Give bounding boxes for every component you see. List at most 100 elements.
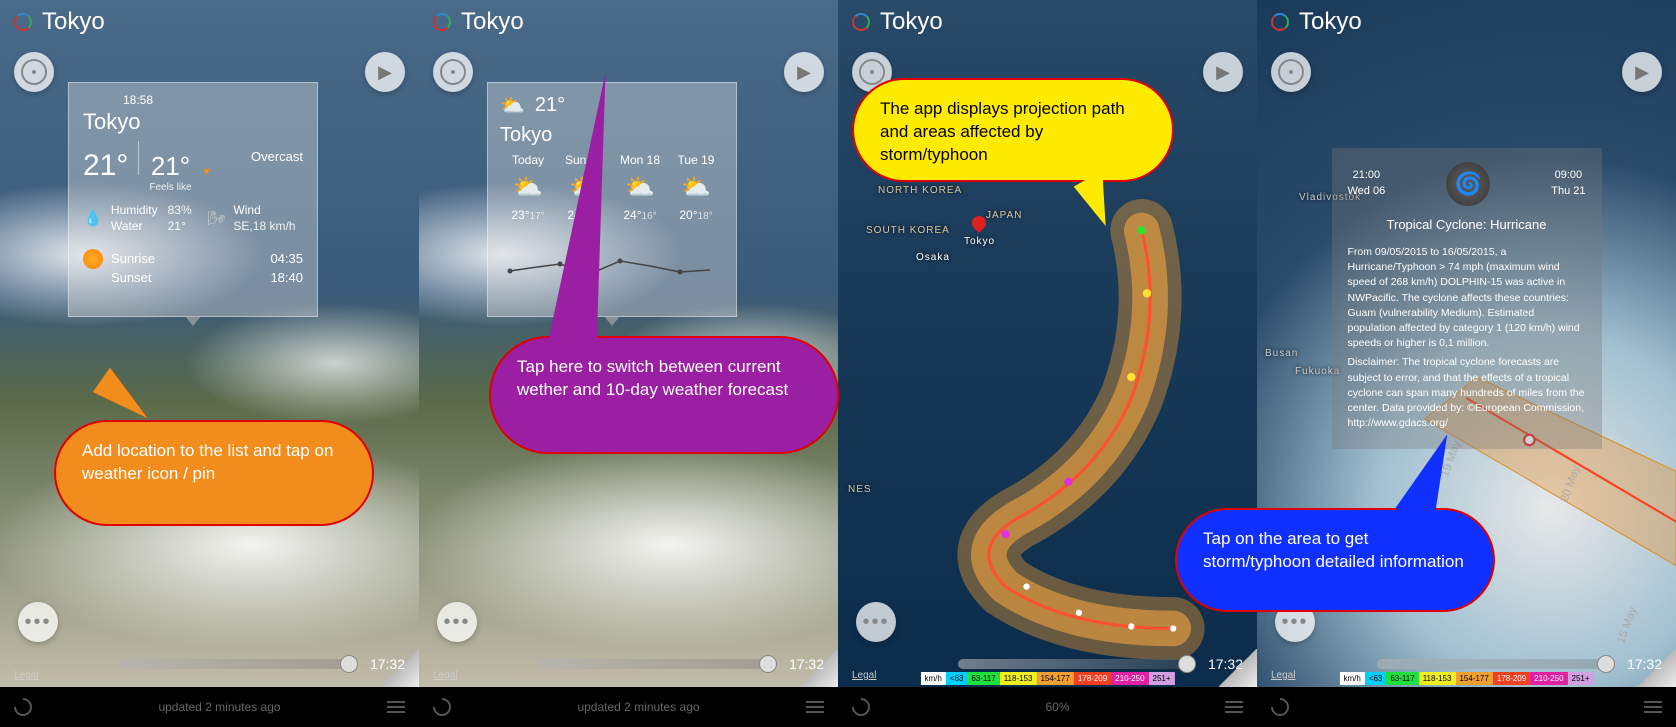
time-slider[interactable]: 17:32 [539, 649, 824, 679]
locate-button[interactable] [433, 52, 473, 92]
footer-message: updated 2 minutes ago [471, 700, 806, 714]
card-time: 18:58 [123, 93, 303, 107]
legend-range: 63-117 [967, 672, 999, 685]
legend-unit: km/h [920, 672, 945, 685]
legend-range: 154-177 [1455, 672, 1492, 685]
condition-text: Overcast [251, 149, 303, 164]
forecast-weather-icon: ⛅ [500, 173, 556, 202]
legal-link[interactable]: Legal [14, 670, 38, 681]
app-logo-icon [433, 13, 451, 31]
legend-range: 178-209 [1074, 672, 1111, 685]
humidity-label: Humidity [111, 203, 158, 217]
topbar: Tokyo [1257, 6, 1676, 38]
start-day: Wed 06 [1348, 185, 1386, 197]
callout-text: Add location to the list and tap on weat… [82, 441, 333, 483]
feels-like-temp: 21° [151, 151, 190, 182]
day-hi: 24° [623, 208, 641, 222]
end-time: 09:00 [1551, 168, 1585, 184]
refresh-icon[interactable] [848, 694, 873, 719]
current-temp: 21° [83, 149, 128, 183]
menu-icon[interactable] [1225, 701, 1243, 713]
legal-link[interactable]: Legal [852, 670, 876, 681]
play-button[interactable]: ▶ [365, 52, 405, 92]
legend-range: 63-117 [1386, 672, 1418, 685]
refresh-icon[interactable] [10, 694, 35, 719]
cyclone-icon: 🌀 [1446, 162, 1490, 206]
storm-disclaimer: Disclaimer: The tropical cyclone forecas… [1348, 355, 1586, 431]
refresh-icon[interactable] [429, 694, 454, 719]
water-value: 21° [168, 219, 192, 233]
weather-card[interactable]: 18:58 Tokyo 21° 21° Feels like ▼ Overcas… [68, 82, 318, 317]
footer: updated 2 minutes ago [419, 687, 838, 727]
sun-icon [83, 249, 103, 269]
day-label: Tue 19 [668, 153, 724, 167]
sun-row: Sunrise Sunset 04:35 18:40 [83, 251, 303, 285]
locate-button[interactable] [14, 52, 54, 92]
storm-start: 21:00 Wed 06 [1348, 168, 1386, 200]
humidity-value: 83% [168, 203, 192, 217]
weather-icon: ⛅ [500, 93, 525, 118]
play-button[interactable]: ▶ [784, 52, 824, 92]
footer-pct: 60% [890, 700, 1225, 714]
sunset-value: 18:40 [270, 270, 303, 285]
wind-icon: 🌬 [208, 210, 226, 227]
card-pointer-icon [185, 316, 201, 326]
topbar: Tokyo [419, 6, 838, 38]
more-button[interactable]: ••• [856, 602, 896, 642]
forecast-day[interactable]: Tue 19 ⛅ 20°18° [668, 153, 724, 222]
app-logo-icon [1271, 13, 1289, 31]
day-lo: 17° [530, 211, 545, 222]
callout-text: Tap on the area to get storm/typhoon det… [1203, 529, 1464, 571]
legal-link[interactable]: Legal [433, 670, 457, 681]
forecast-day[interactable]: Today ⛅ 23°17° [500, 153, 556, 222]
day-label: Today [500, 153, 556, 167]
slider-thumb[interactable] [1178, 655, 1196, 673]
callout-purple: Tap here to switch between current wethe… [489, 336, 839, 454]
day-hi: 20° [679, 208, 697, 222]
legend-range: 178-209 [1493, 672, 1530, 685]
humidity-icon: 💧 [83, 208, 103, 228]
time-slider[interactable]: 17:32 [120, 649, 405, 679]
more-button[interactable]: ••• [18, 602, 58, 642]
more-button[interactable]: ••• [437, 602, 477, 642]
slider-time: 17:32 [1208, 656, 1243, 672]
menu-icon[interactable] [387, 701, 405, 713]
wind-label: Wind [233, 203, 295, 217]
slider-track[interactable] [120, 659, 358, 669]
footer-message: updated 2 minutes ago [52, 700, 387, 714]
temp-row: 21° 21° Feels like ▼ Overcast [83, 141, 303, 193]
slider-time: 17:32 [789, 656, 824, 672]
app-title: Tokyo [880, 8, 943, 36]
legend-range: 210-250 [1530, 672, 1567, 685]
storm-title: Tropical Cyclone: Hurricane [1348, 216, 1586, 235]
day-lo: 16° [642, 211, 657, 222]
callout-orange: Add location to the list and tap on weat… [54, 420, 374, 526]
slider-time: 17:32 [1627, 656, 1662, 672]
footer: updated 2 minutes ago [0, 687, 419, 727]
slider-time: 17:32 [370, 656, 405, 672]
topbar: Tokyo [0, 6, 419, 38]
panel-storm-detail: Tokyo ▶ Vladivostok Busan Fukuoka 19 May… [1257, 0, 1676, 727]
feels-like-label: Feels like [149, 182, 191, 193]
slider-track[interactable] [958, 659, 1196, 669]
card-city: Tokyo [83, 109, 303, 135]
menu-icon[interactable] [806, 701, 824, 713]
callout-blue: Tap on the area to get storm/typhoon det… [1175, 508, 1495, 612]
app-title: Tokyo [461, 8, 524, 36]
slider-thumb[interactable] [1597, 655, 1615, 673]
day-lo: 18° [698, 211, 713, 222]
app-logo-icon [14, 13, 32, 31]
slider-track[interactable] [539, 659, 777, 669]
topbar: Tokyo [838, 6, 1257, 38]
slider-thumb[interactable] [340, 655, 358, 673]
legend-range: 251+ [1568, 672, 1594, 685]
legend-range: 118-153 [1419, 672, 1456, 685]
slider-thumb[interactable] [759, 655, 777, 673]
storm-end: 09:00 Thu 21 [1551, 168, 1585, 200]
humidity-wind-row: 💧 Humidity Water 83% 21° 🌬 Wind SE,18 km… [83, 203, 303, 233]
slider-track[interactable] [1377, 659, 1615, 669]
storm-head: 21:00 Wed 06 🌀 09:00 Thu 21 [1348, 162, 1586, 206]
storm-info-card[interactable]: 21:00 Wed 06 🌀 09:00 Thu 21 Tropical Cyc… [1332, 148, 1602, 449]
panel-current-weather: Tokyo ▶ 18:58 Tokyo 21° 21° Feels like ▼… [0, 0, 419, 727]
start-time: 21:00 [1348, 168, 1386, 184]
